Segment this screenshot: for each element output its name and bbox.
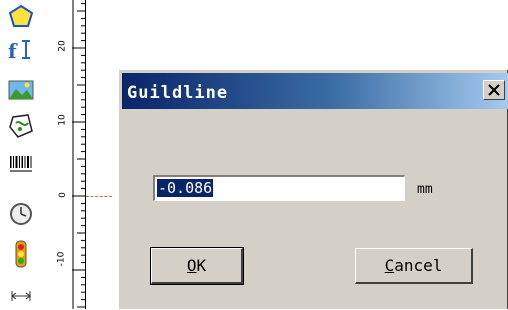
position-value: -0.086 <box>157 179 214 197</box>
unit-label: mm <box>417 182 433 197</box>
barcode-icon[interactable] <box>6 150 36 178</box>
traffic-light-icon[interactable] <box>6 240 36 268</box>
ok-button[interactable]: OK <box>150 247 244 285</box>
dialog-titlebar[interactable]: Guildline <box>122 73 508 109</box>
image-icon[interactable] <box>6 76 36 104</box>
vectorize-icon[interactable] <box>6 112 36 140</box>
guide-line[interactable] <box>86 196 112 197</box>
ruler-label-neg10: -10 <box>56 251 67 267</box>
close-icon <box>488 84 500 96</box>
close-button[interactable] <box>483 80 505 100</box>
cancel-button[interactable]: Cancel <box>355 248 473 284</box>
ruler-label-0: 0 <box>57 192 68 198</box>
polygon-icon[interactable] <box>6 2 36 30</box>
vertical-ruler[interactable]: 20 10 0 -10 <box>44 0 86 309</box>
ok-label-accel: O <box>186 256 197 275</box>
ruler-label-10: 10 <box>57 114 68 126</box>
position-input[interactable]: -0.086 <box>153 175 405 201</box>
range-icon[interactable] <box>6 282 36 310</box>
svg-text:f: f <box>8 39 18 63</box>
clock-icon[interactable] <box>6 200 36 228</box>
cancel-label-rest: ancel <box>394 256 443 275</box>
dialog-title: Guildline <box>127 83 229 103</box>
ruler-label-20: 20 <box>57 40 68 52</box>
text-icon[interactable]: f <box>6 36 36 64</box>
cancel-label-accel: C <box>384 256 395 275</box>
ok-label-rest: K <box>196 256 207 275</box>
tool-palette: f <box>0 0 44 309</box>
guideline-dialog: Guildline -0.086 mm OK Cancel <box>118 69 508 309</box>
